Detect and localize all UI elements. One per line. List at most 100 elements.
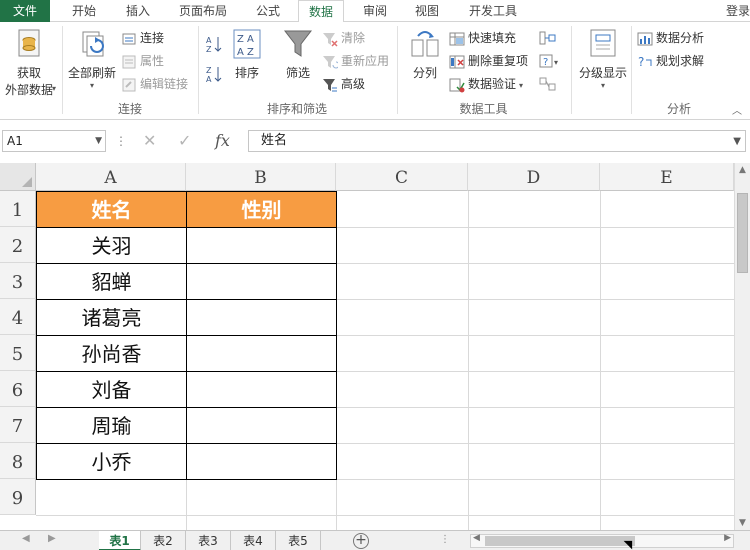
chevron-down-icon: ▾ (52, 84, 57, 93)
tab-page-layout[interactable]: 页面布局 (170, 0, 236, 22)
data-analysis-label: 数据分析 (656, 31, 705, 45)
cell-a2[interactable]: 关羽 (37, 228, 186, 264)
clear-button[interactable]: 清除 (322, 28, 365, 48)
sort-ascending-button[interactable]: AZ (205, 34, 223, 57)
column-header-b[interactable]: B (186, 163, 336, 191)
tab-formulas[interactable]: 公式 (244, 0, 292, 22)
tab-review[interactable]: 审阅 (352, 0, 398, 22)
row-header-7[interactable]: 7 (0, 407, 36, 443)
reapply-button[interactable]: 重新应用 (322, 51, 389, 71)
cancel-icon[interactable]: ✕ (143, 130, 156, 152)
cell-b1[interactable]: 性别 (187, 192, 336, 228)
tab-view[interactable]: 视图 (404, 0, 450, 22)
sheet-tab-3[interactable]: 表3 (186, 531, 231, 550)
relationships-button[interactable] (539, 76, 557, 95)
outline-icon (590, 29, 616, 57)
row-header-8[interactable]: 8 (0, 443, 36, 479)
name-box[interactable]: A1 ▼ (2, 130, 106, 152)
scroll-up-icon[interactable]: ▲ (739, 165, 746, 175)
collapse-ribbon-icon[interactable]: ︿ (732, 102, 744, 117)
data-validation-icon (449, 77, 465, 93)
column-header-d[interactable]: D (468, 163, 600, 191)
scroll-down-icon[interactable]: ▼ (739, 518, 746, 528)
group-label-analysis: 分析 (666, 102, 691, 116)
advanced-button[interactable]: 高级 (322, 74, 365, 94)
sheet-next-icon[interactable]: ▶ (48, 533, 56, 544)
column-header-a[interactable]: A (36, 163, 186, 191)
tab-insert[interactable]: 插入 (114, 0, 162, 22)
data-analysis-icon (637, 31, 653, 47)
login-link[interactable]: 登录 (726, 0, 750, 22)
tab-home[interactable]: 开始 (60, 0, 108, 22)
row-header-2[interactable]: 2 (0, 227, 36, 263)
row-header-6[interactable]: 6 (0, 371, 36, 407)
svg-text:A: A (206, 36, 212, 45)
cell-a5[interactable]: 孙尚香 (37, 336, 186, 372)
data-analysis-button[interactable]: 数据分析 (637, 28, 704, 48)
get-external-data-button[interactable]: 获取 外部数据 (0, 28, 58, 98)
scroll-left-icon[interactable]: ◀ (473, 533, 480, 543)
scroll-right-icon[interactable]: ▶ (724, 533, 731, 543)
edit-links-button[interactable]: 编辑链接 (121, 74, 188, 94)
sheet-tab-5[interactable]: 表5 (276, 531, 321, 550)
insert-function-icon[interactable]: fx (215, 130, 230, 152)
column-header-e[interactable]: E (600, 163, 734, 191)
filter-button[interactable]: 筛选 (278, 28, 318, 98)
sort-a-to-z-icon: AZ (206, 36, 222, 54)
horizontal-scrollbar[interactable]: ◀ ▶ (470, 533, 734, 548)
cell-a7[interactable]: 周瑜 (37, 408, 186, 444)
cell-a8[interactable]: 小乔 (37, 444, 186, 480)
remove-duplicates-label: 删除重复项 (468, 54, 529, 68)
group-label-sort-filter: 排序和筛选 (266, 102, 327, 116)
what-if-analysis-button[interactable]: ? ▾ (539, 53, 561, 72)
select-all-button[interactable] (0, 163, 36, 191)
outline-label: 分级显示 (578, 66, 627, 80)
column-header-c[interactable]: C (336, 163, 468, 191)
cell-a4[interactable]: 诸葛亮 (37, 300, 186, 336)
sheet-prev-icon[interactable]: ◀ (22, 533, 30, 544)
reapply-icon (322, 54, 340, 70)
table-border (186, 191, 187, 480)
svg-text:?: ? (543, 57, 548, 68)
expand-formula-icon[interactable]: ▼ (733, 132, 741, 152)
data-validation-button[interactable]: 数据验证 ▾ (449, 74, 523, 94)
sort-descending-button[interactable]: ZA (205, 64, 223, 87)
sort-button[interactable]: Z A A Z 排序 (228, 28, 266, 98)
properties-button[interactable]: 属性 (121, 51, 164, 71)
row-header-3[interactable]: 3 (0, 263, 36, 299)
clear-filter-icon (322, 31, 338, 47)
tab-file[interactable]: 文件 (0, 0, 50, 22)
remove-duplicates-button[interactable]: 删除重复项 (449, 51, 528, 71)
refresh-all-button[interactable]: 全部刷新 ▾ (64, 28, 120, 98)
advanced-label: 高级 (341, 77, 366, 91)
consolidate-button[interactable] (539, 30, 557, 49)
enter-icon[interactable]: ✓ (178, 130, 191, 152)
chevron-down-icon[interactable]: ▼ (95, 131, 102, 151)
row-header-9[interactable]: 9 (0, 479, 36, 515)
flash-fill-button[interactable]: 快速填充 (449, 28, 516, 48)
solver-button[interactable]: ? 规划求解 (637, 51, 704, 71)
connections-button[interactable]: 连接 (121, 28, 164, 48)
group-label-connections: 连接 (117, 102, 142, 116)
text-to-columns-button[interactable]: 分列 (403, 28, 447, 98)
cell-a1[interactable]: 姓名 (37, 192, 186, 228)
row-header-1[interactable]: 1 (0, 191, 36, 227)
formula-input[interactable]: 姓名 ▼ (248, 130, 746, 152)
sheet-tab-4[interactable]: 表4 (231, 531, 276, 550)
add-sheet-icon[interactable]: + (353, 533, 369, 549)
cell-a3[interactable]: 貂蝉 (37, 264, 186, 300)
vertical-scrollbar[interactable]: ▲ ▼ (734, 163, 750, 530)
sheet-tab-2[interactable]: 表2 (141, 531, 186, 550)
outline-button[interactable]: 分级显示 ▾ (575, 28, 631, 98)
row-header-4[interactable]: 4 (0, 299, 36, 335)
scroll-thumb[interactable] (485, 536, 635, 546)
more-icon[interactable]: ⋮ (115, 134, 127, 148)
formula-bar: A1 ▼ ⋮ ✕ ✓ fx 姓名 ▼ (0, 127, 750, 157)
sheet-tab-1[interactable]: 表1 (99, 531, 141, 550)
scroll-thumb[interactable] (737, 193, 748, 273)
tab-developer[interactable]: 开发工具 (456, 0, 530, 22)
row-header-5[interactable]: 5 (0, 335, 36, 371)
more-icon[interactable]: ⋮ (440, 534, 450, 545)
cell-a6[interactable]: 刘备 (37, 372, 186, 408)
tab-data[interactable]: 数据 (298, 0, 344, 23)
